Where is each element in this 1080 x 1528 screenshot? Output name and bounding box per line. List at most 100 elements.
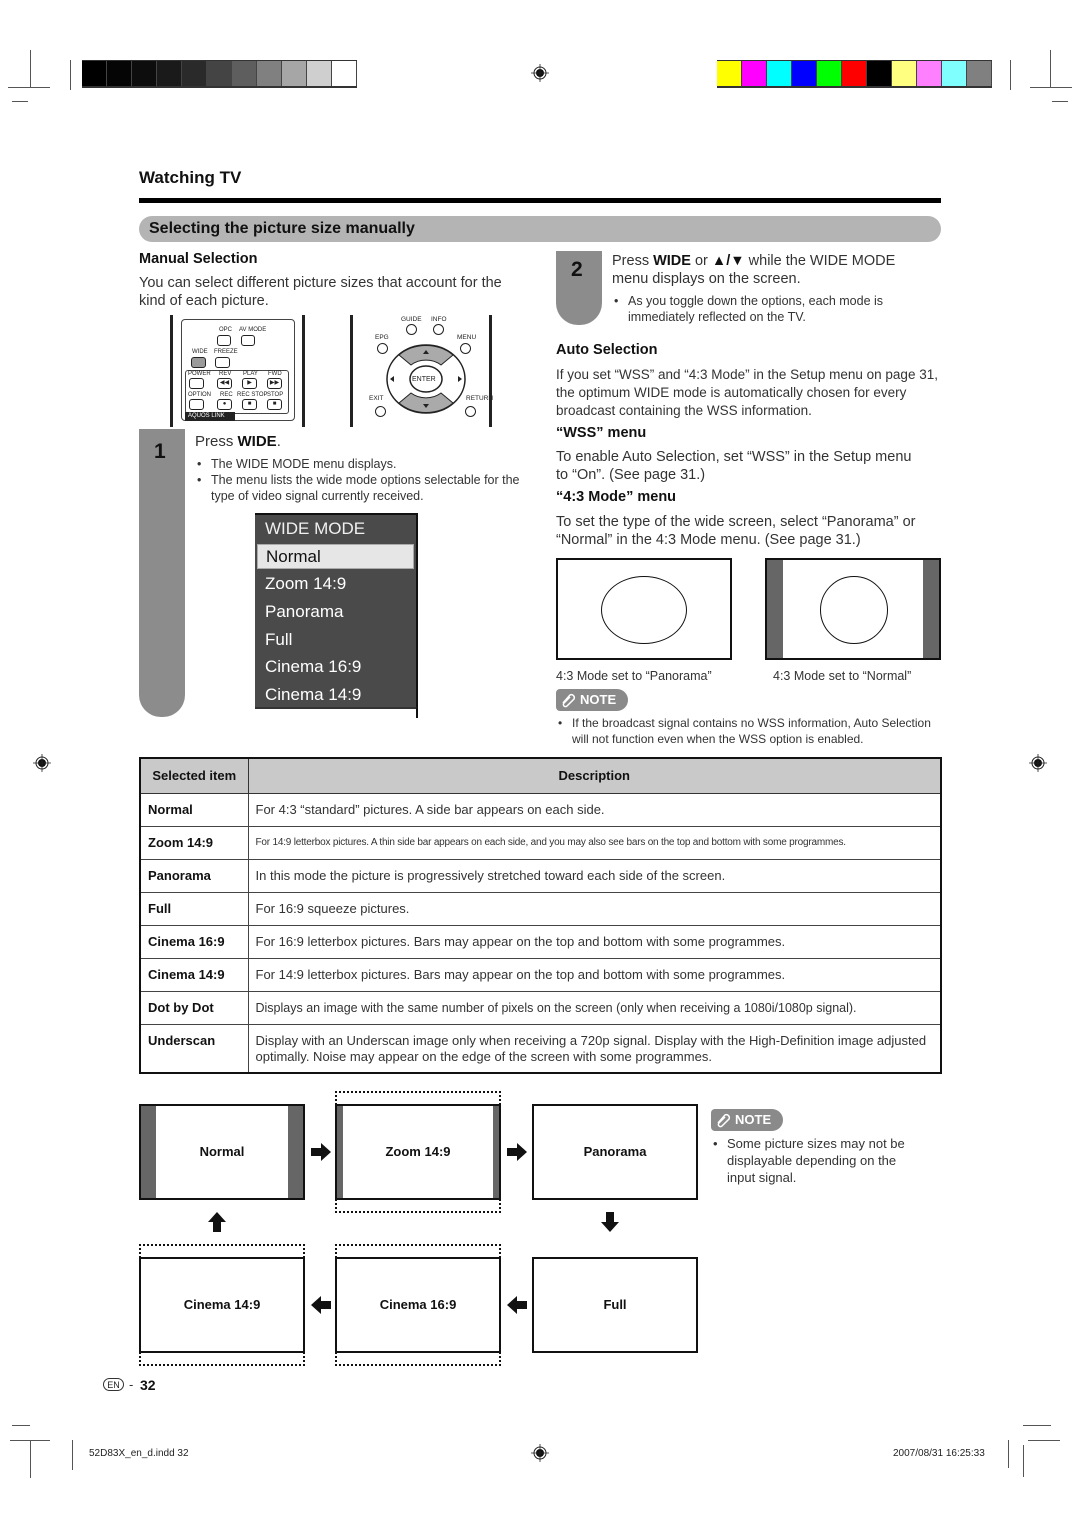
arrow-left-icon bbox=[507, 1296, 527, 1314]
calibration-swatch bbox=[182, 61, 207, 86]
table-row: Cinema 14:9 For 14:9 letterbox pictures. … bbox=[139, 957, 942, 992]
stop-button[interactable]: ■ bbox=[267, 399, 282, 410]
file-name: 52D83X_en_d.indd 32 bbox=[89, 1448, 189, 1459]
step-2-number: 2 bbox=[571, 258, 583, 281]
info-button[interactable] bbox=[433, 324, 444, 335]
av-mode-button[interactable] bbox=[241, 335, 255, 346]
remote-label: OPC bbox=[219, 327, 233, 333]
wide-button[interactable] bbox=[191, 357, 206, 368]
wide-mode-menu: WIDE MODE Normal Zoom 14:9 Panorama Full… bbox=[255, 513, 418, 709]
rec-stop-button[interactable]: ■ bbox=[242, 399, 257, 410]
crop-mark bbox=[12, 101, 28, 102]
table-cell-description: For 16:9 squeeze pictures. bbox=[247, 891, 942, 926]
arrow-up-icon bbox=[208, 1212, 226, 1232]
normal-caption: 4:3 Mode set to “Normal” bbox=[773, 669, 912, 683]
menu-item-label: Normal bbox=[266, 547, 321, 566]
calibration-swatch bbox=[132, 61, 157, 86]
calibration-swatch bbox=[257, 61, 282, 86]
calibration-swatch bbox=[967, 61, 992, 86]
table-row: Zoom 14:9 For 14:9 letterbox pictures. A … bbox=[139, 825, 942, 860]
opc-button[interactable] bbox=[217, 335, 231, 346]
table-cell-item: Normal bbox=[139, 792, 249, 827]
crop-mark bbox=[70, 60, 71, 90]
crop-mark bbox=[1028, 1440, 1060, 1441]
crop-mark bbox=[72, 1440, 73, 1470]
play-button[interactable]: ▶ bbox=[242, 378, 257, 389]
freeze-button[interactable] bbox=[215, 357, 230, 368]
flow-box-panorama: Panorama bbox=[532, 1104, 698, 1200]
rec-button[interactable]: ● bbox=[217, 399, 232, 410]
exit-button[interactable] bbox=[375, 406, 386, 417]
panorama-caption: 4:3 Mode set to “Panorama” bbox=[556, 669, 712, 683]
crop-mark bbox=[1010, 60, 1011, 90]
bullet-item: The WIDE MODE menu displays. bbox=[195, 456, 525, 472]
guide-button[interactable] bbox=[406, 324, 417, 335]
registration-mark-icon bbox=[1029, 754, 1047, 772]
return-button[interactable] bbox=[465, 406, 476, 417]
side-bar bbox=[767, 560, 783, 658]
calibration-swatch bbox=[207, 61, 232, 86]
paperclip-icon bbox=[562, 693, 576, 708]
crop-mark bbox=[1023, 1445, 1024, 1477]
table-cell-item: Cinema 16:9 bbox=[139, 924, 249, 959]
wide-mode-menu-item-selected[interactable]: Normal bbox=[257, 544, 414, 569]
table-row: Panorama In this mode the picture is prog… bbox=[139, 858, 942, 893]
calibration-swatch bbox=[282, 61, 307, 86]
crop-mark bbox=[1008, 1440, 1009, 1468]
remote-label: STOP bbox=[267, 392, 284, 398]
table-cell-description: For 4:3 “standard” pictures. A side bar … bbox=[247, 792, 942, 827]
picture-circle bbox=[820, 576, 888, 644]
table-row: Normal For 4:3 “standard” pictures. A sid… bbox=[139, 792, 942, 827]
flow-box-label: Panorama bbox=[583, 1144, 647, 1159]
calibration-swatch bbox=[332, 61, 357, 86]
picture-size-table: Selected item Description Normal For 4:3 … bbox=[139, 757, 942, 1074]
remote-label: GUIDE bbox=[401, 316, 422, 323]
grayscale-calibration-bar bbox=[82, 60, 357, 88]
up-down-arrows-icon: ▲/▼ bbox=[711, 253, 745, 269]
registration-mark-icon bbox=[531, 64, 549, 82]
remote-label: EPG bbox=[375, 334, 389, 341]
mode43-menu-heading: “4:3 Mode” menu bbox=[556, 489, 677, 505]
remote-label: RETURN bbox=[466, 395, 494, 402]
section-title: Watching TV bbox=[139, 168, 242, 187]
crop-mark bbox=[30, 1440, 31, 1478]
wide-mode-menu-item[interactable]: Zoom 14:9 bbox=[265, 574, 346, 594]
step-1-instruction: Press WIDE. bbox=[195, 433, 281, 451]
rev-button[interactable]: ◀◀ bbox=[217, 378, 232, 389]
remote-illustration-right: GUIDE INFO EPG MENU ENTER EXIT RETURN bbox=[350, 315, 494, 427]
wide-mode-menu-item[interactable]: Cinema 16:9 bbox=[265, 657, 361, 677]
arrow-left-icon bbox=[311, 1296, 331, 1314]
wide-mode-menu-title: WIDE MODE bbox=[265, 519, 366, 538]
remote-label: EXIT bbox=[369, 395, 384, 402]
flow-box-label: Zoom 14:9 bbox=[385, 1144, 451, 1159]
wide-key-label: WIDE bbox=[653, 253, 691, 269]
wide-mode-menu-item[interactable]: Full bbox=[265, 630, 292, 650]
note-label: NOTE bbox=[580, 692, 617, 707]
note-badge: NOTE bbox=[556, 689, 628, 711]
text: Press bbox=[195, 433, 238, 450]
remote-label: REC bbox=[220, 392, 233, 398]
remote-label: FREEZE bbox=[214, 349, 238, 355]
crop-mark bbox=[1052, 101, 1068, 102]
crop-mark bbox=[1030, 87, 1072, 88]
table-cell-item: Dot by Dot bbox=[139, 990, 249, 1025]
crop-mark bbox=[30, 50, 31, 88]
column-header: Description bbox=[247, 757, 942, 794]
option-button[interactable] bbox=[189, 399, 204, 410]
step-1-bullets: The WIDE MODE menu displays. The menu li… bbox=[195, 456, 525, 504]
auto-selection-text: If you set “WSS” and “4:3 Mode” in the S… bbox=[556, 367, 938, 418]
flow-box-cinema-14-9: Cinema 14:9 bbox=[139, 1257, 305, 1353]
fwd-button[interactable]: ▶▶ bbox=[267, 378, 282, 389]
page-separator: - bbox=[129, 1377, 134, 1392]
wide-mode-menu-item[interactable]: Cinema 14:9 bbox=[265, 685, 361, 705]
calibration-swatch bbox=[157, 61, 182, 86]
remote-label: POWER bbox=[188, 371, 211, 377]
wide-mode-menu-item[interactable]: Panorama bbox=[265, 602, 343, 622]
remote-label: REV bbox=[219, 371, 232, 377]
power-button[interactable] bbox=[189, 378, 204, 389]
calibration-swatch bbox=[942, 61, 967, 86]
step-1-tab bbox=[139, 429, 185, 717]
remote-label: INFO bbox=[431, 316, 447, 323]
table-row: Underscan Display with an Underscan image… bbox=[139, 1023, 942, 1074]
normal-screen-illustration bbox=[765, 558, 941, 660]
